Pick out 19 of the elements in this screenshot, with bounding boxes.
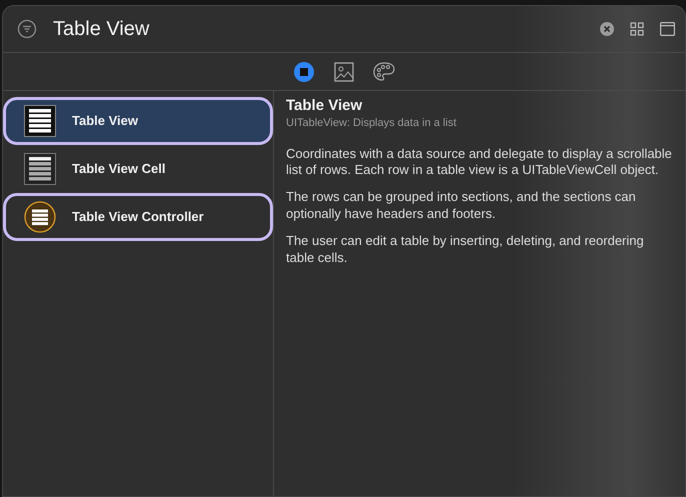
table-icon [24, 105, 56, 137]
grid-icon[interactable] [630, 22, 644, 36]
object-tab[interactable] [293, 60, 315, 82]
library-item[interactable]: Table View [3, 97, 273, 145]
description-paragraph: Coordinates with a data source and delegate to display a scrollable list of rows. Each row in a table view is a UITableViewCell object. [286, 146, 673, 180]
description-paragraph: The rows can be grouped into sections, and the sections can optionally have headers and footers. [286, 189, 637, 224]
library-item[interactable]: Table View Cell [3, 145, 273, 193]
close-icon[interactable] [600, 22, 614, 36]
window-icon[interactable] [660, 22, 675, 36]
window-title: Table View [53, 17, 150, 41]
image-tab[interactable] [333, 60, 355, 82]
table-icon [24, 153, 56, 185]
palette-tab[interactable] [373, 60, 395, 82]
description-paragraph: The user can edit a table by inserting, deleting, and reordering table cells. [286, 233, 645, 267]
library-item[interactable]: Table View Controller [3, 193, 273, 241]
controller-icon [24, 201, 56, 233]
detail-subtitle: UITableView: Displays data in a list [286, 116, 458, 131]
filter-icon[interactable] [17, 19, 37, 39]
detail-title: Table View [286, 97, 364, 115]
